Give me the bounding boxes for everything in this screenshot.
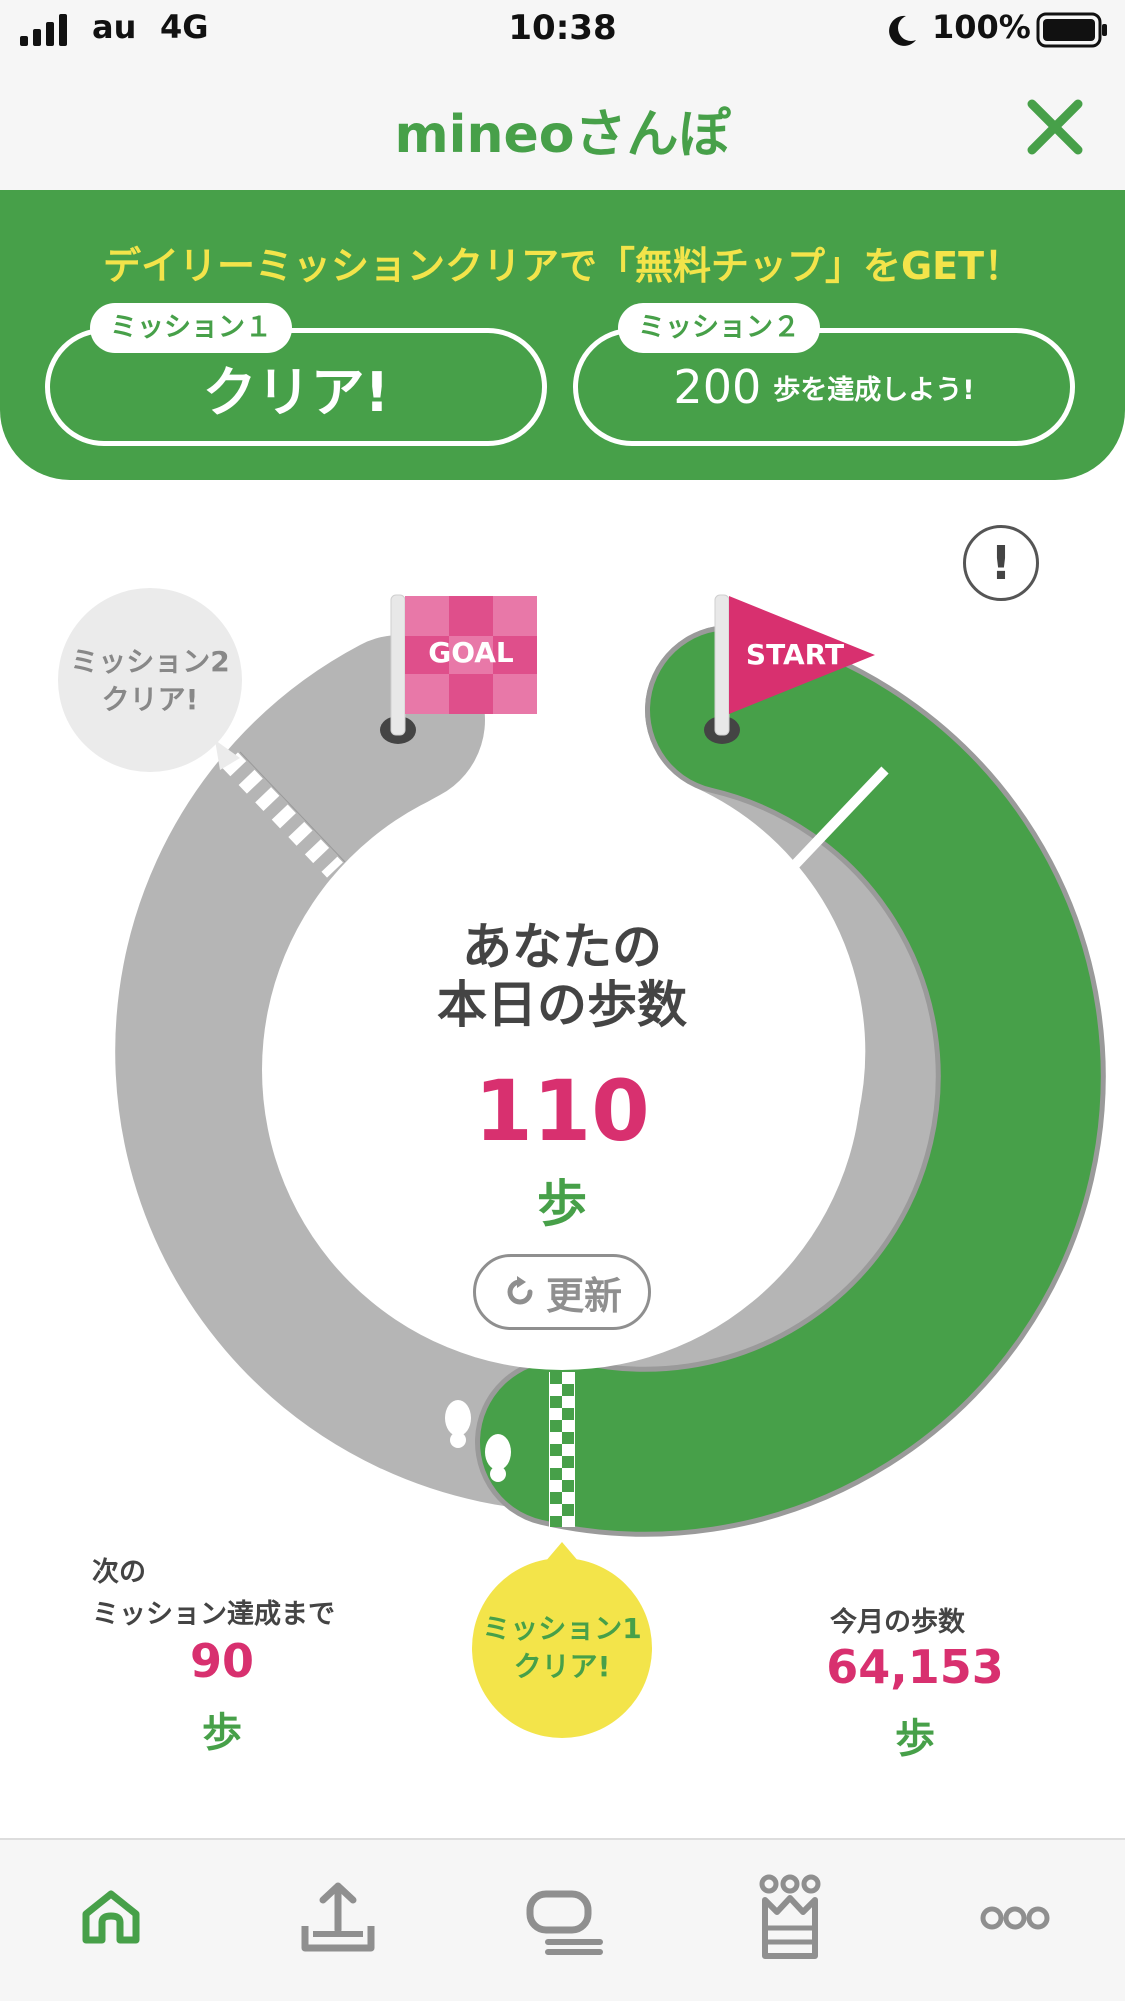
upload-icon[interactable] <box>283 1868 393 1968</box>
mission-2-suffix: 歩を達成しよう! <box>773 374 975 406</box>
banner-text: デイリーミッションクリアで「無料チップ」をGET！ <box>102 244 1023 288</box>
next-mission-label-line2: ミッション達成まで <box>92 1599 335 1630</box>
goal-flag-label: GOAL <box>428 636 514 669</box>
mission-banner: デイリーミッションクリアで「無料チップ」をGET！ クリア! ミッション１ 20… <box>0 190 1125 480</box>
page-title: mineoさんぽ <box>394 105 731 165</box>
month-steps-label: 今月の歩数 <box>830 1607 965 1638</box>
mission-1-tag: ミッション１ <box>90 303 292 353</box>
mission-1-checkered-line <box>549 1372 575 1527</box>
moon-icon <box>889 15 916 46</box>
battery-icon <box>1036 12 1107 48</box>
header: mineoさんぽ <box>0 62 1125 190</box>
ranking-crown-icon[interactable] <box>735 1868 845 1968</box>
close-icon[interactable] <box>1020 92 1090 162</box>
home-icon[interactable] <box>56 1868 166 1968</box>
mission-2-value: 200 <box>673 360 762 414</box>
next-mission-stat: 次の ミッション達成まで <box>92 1552 392 1636</box>
status-bar: au 4G 10:38 100% <box>0 0 1125 62</box>
more-icon[interactable] <box>960 1868 1070 1968</box>
next-mission-label-line1: 次の <box>92 1557 146 1588</box>
chat-icon[interactable] <box>508 1868 618 1968</box>
next-mission-unit: 歩 <box>202 1710 242 1756</box>
mission-2-card[interactable]: 200 歩を達成しよう! ミッション２ <box>573 303 1075 446</box>
today-steps-value: 110 <box>474 1062 650 1160</box>
mission-1-bubble: ミッション1 クリア! <box>482 1612 642 1683</box>
start-flag-label: START <box>745 638 845 671</box>
battery-percent: 100% <box>932 8 1031 46</box>
month-steps-unit: 歩 <box>895 1716 935 1762</box>
refresh-label: 更新 <box>545 1273 622 1318</box>
today-steps-heading: あなたの 本日の歩数 <box>437 918 687 1034</box>
month-steps-value: 64,153 <box>826 1640 1004 1694</box>
refresh-icon <box>507 1276 533 1305</box>
mission-2-bubble: ミッション2 クリア! <box>70 645 230 716</box>
next-mission-value: 90 <box>189 1634 254 1688</box>
mission-2-tag: ミッション２ <box>618 303 820 353</box>
tab-bar <box>0 1838 1125 2001</box>
refresh-button[interactable]: 更新 <box>473 1254 651 1330</box>
mission-1-card[interactable]: クリア! ミッション１ <box>45 303 547 446</box>
today-steps-unit: 歩 <box>537 1175 587 1233</box>
